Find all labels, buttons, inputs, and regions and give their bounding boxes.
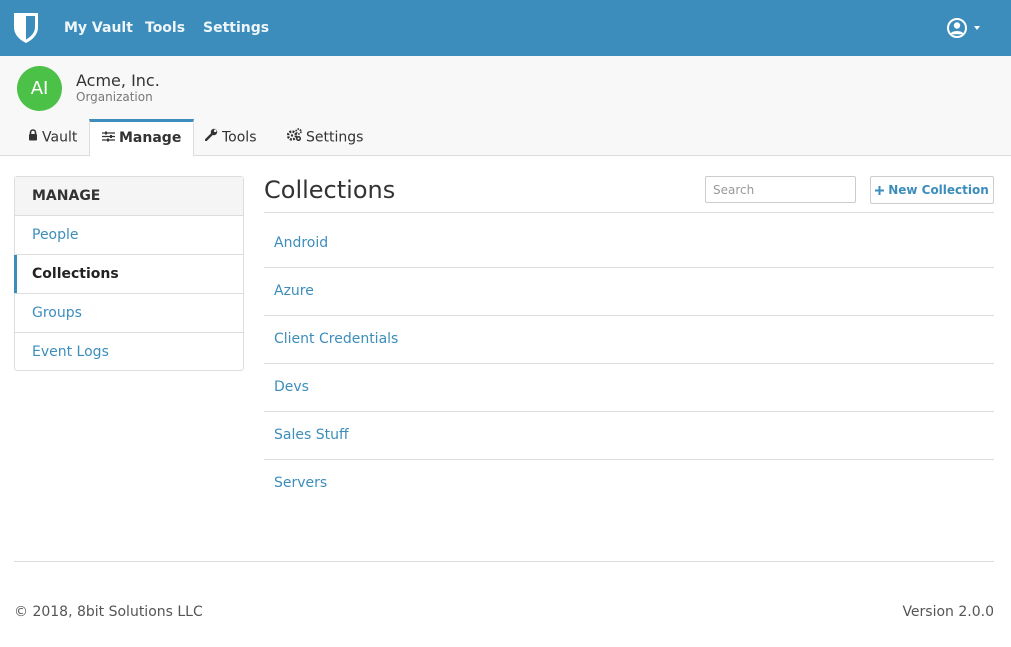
org-header: AI Acme, Inc. Organization Vault Manage … bbox=[0, 56, 1011, 157]
new-collection-button[interactable]: New Collection bbox=[870, 176, 994, 204]
nav-settings[interactable]: Settings bbox=[203, 0, 269, 56]
collection-link-devs[interactable]: Devs bbox=[274, 379, 309, 395]
tab-manage[interactable]: Manage bbox=[89, 119, 195, 157]
caret-down-icon bbox=[974, 26, 980, 30]
tab-settings[interactable]: Settings bbox=[275, 119, 375, 156]
footer-divider bbox=[14, 561, 994, 562]
list-item: Client Credentials bbox=[264, 316, 994, 364]
title-divider bbox=[264, 212, 994, 213]
collection-link-servers[interactable]: Servers bbox=[274, 475, 327, 491]
list-item: Azure bbox=[264, 268, 994, 316]
list-item: Android bbox=[264, 220, 994, 268]
tab-vault[interactable]: Vault bbox=[16, 119, 89, 156]
shield-icon[interactable] bbox=[13, 12, 39, 44]
page-title: Collections bbox=[264, 176, 396, 204]
collection-link-azure[interactable]: Azure bbox=[274, 283, 314, 299]
top-navbar: My Vault Tools Settings bbox=[0, 0, 1011, 56]
manage-sidebar: MANAGE People Collections Groups Event L… bbox=[14, 176, 244, 371]
org-subtitle: Organization bbox=[76, 90, 153, 104]
collection-link-android[interactable]: Android bbox=[274, 235, 328, 251]
account-menu[interactable] bbox=[947, 17, 983, 39]
cogs-icon bbox=[286, 119, 302, 156]
plus-icon bbox=[875, 178, 885, 204]
collections-list: Android Azure Client Credentials Devs Sa… bbox=[264, 220, 994, 508]
footer-version: Version 2.0.0 bbox=[902, 604, 994, 620]
list-item: Servers bbox=[264, 460, 994, 508]
new-collection-label: New Collection bbox=[888, 183, 989, 197]
nav-tools[interactable]: Tools bbox=[145, 0, 185, 56]
tab-vault-label: Vault bbox=[42, 129, 78, 146]
nav-my-vault[interactable]: My Vault bbox=[64, 0, 133, 56]
sidebar-item-event-logs[interactable]: Event Logs bbox=[15, 333, 243, 372]
sliders-icon bbox=[102, 122, 115, 154]
sidebar-item-groups[interactable]: Groups bbox=[15, 294, 243, 333]
sidebar-heading: MANAGE bbox=[15, 177, 243, 216]
tab-settings-label: Settings bbox=[306, 129, 364, 146]
user-circle-icon bbox=[947, 18, 980, 38]
tab-tools[interactable]: Tools bbox=[193, 119, 269, 156]
list-item: Devs bbox=[264, 364, 994, 412]
avatar: AI bbox=[17, 66, 62, 111]
search-input[interactable] bbox=[705, 176, 856, 203]
lock-icon bbox=[28, 119, 38, 156]
sidebar-item-people[interactable]: People bbox=[15, 216, 243, 255]
footer-copyright: © 2018, 8bit Solutions LLC bbox=[14, 604, 203, 620]
org-name: Acme, Inc. bbox=[76, 71, 160, 90]
list-item: Sales Stuff bbox=[264, 412, 994, 460]
sidebar-item-collections[interactable]: Collections bbox=[14, 255, 243, 294]
collection-link-client-credentials[interactable]: Client Credentials bbox=[274, 331, 398, 347]
tab-tools-label: Tools bbox=[222, 129, 257, 146]
wrench-icon bbox=[204, 119, 218, 156]
tab-manage-label: Manage bbox=[119, 130, 182, 146]
collection-link-sales-stuff[interactable]: Sales Stuff bbox=[274, 427, 349, 443]
